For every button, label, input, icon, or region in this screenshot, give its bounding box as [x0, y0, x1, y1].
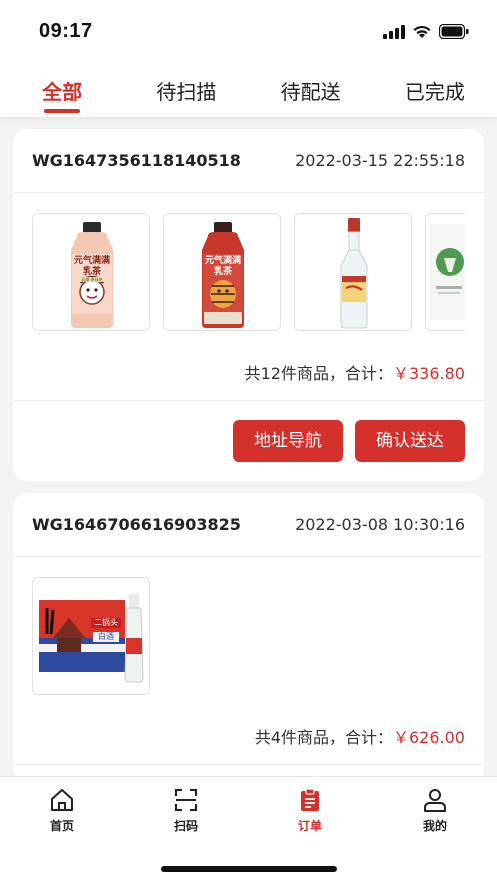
order-item-count: 共4件商品，合计：	[254, 728, 393, 747]
home-icon	[51, 789, 73, 811]
status-icons	[383, 24, 469, 39]
tab-label: 已完成	[404, 80, 465, 104]
product-thumbnail[interactable]	[425, 213, 465, 331]
nav-label: 订单	[297, 819, 322, 833]
product-thumbnail[interactable]	[294, 213, 412, 331]
address-navigation-button[interactable]: 地址导航	[233, 420, 343, 462]
nav-label: 我的	[422, 819, 447, 833]
order-header: WG1647356118140518 2022-03-15 22:55:18	[13, 129, 484, 193]
nav-orders[interactable]: 订单	[270, 787, 350, 834]
tab-pending-delivery[interactable]: 待配送	[249, 60, 373, 117]
product-thumbnail[interactable]: 元气满满 乳茶	[163, 213, 281, 331]
tab-completed[interactable]: 已完成	[373, 60, 497, 117]
card-divider	[13, 400, 484, 401]
product-box-image	[430, 224, 465, 320]
order-item-count: 共12件商品，合计：	[244, 364, 393, 383]
nav-label: 扫码	[173, 819, 198, 833]
tab-label: 待扫描	[156, 80, 217, 104]
order-summary: 共4件商品，合计：￥626.00	[255, 724, 465, 748]
wifi-icon	[413, 25, 431, 38]
tab-all[interactable]: 全部	[0, 60, 124, 117]
tab-label: 全部	[42, 80, 83, 104]
status-time: 09:17	[39, 20, 93, 42]
order-status-tabs: 全部 待扫描 待配送 已完成	[0, 60, 497, 118]
product-thumbnail[interactable]: 二锅头 白酒	[32, 577, 150, 695]
product-label-text: 白酒	[93, 632, 119, 642]
order-total: ￥626.00	[393, 728, 465, 747]
nav-home[interactable]: 首页	[22, 787, 102, 834]
tab-pending-scan[interactable]: 待扫描	[124, 60, 248, 117]
product-thumbnail[interactable]: 元气满满 乳茶 乳酪·原味茶	[32, 213, 150, 331]
erguotou-box-image	[39, 594, 144, 683]
baijiu-bottle-image	[340, 218, 368, 329]
product-brand-text: 二锅头	[94, 618, 118, 627]
cellular-signal-icon	[383, 24, 405, 39]
tab-active-indicator	[44, 109, 81, 113]
order-date: 2022-03-15 22:55:18	[295, 151, 465, 170]
order-number: WG1647356118140518	[32, 151, 241, 170]
order-card[interactable]: WG1647356118140518 2022-03-15 22:55:18 元…	[13, 129, 484, 481]
scan-icon	[175, 789, 197, 811]
order-card[interactable]: WG1646706616903825 2022-03-08 10:30:16 二…	[13, 493, 484, 783]
order-clipboard-icon	[301, 788, 319, 811]
product-thumbnails[interactable]: 二锅头 白酒	[32, 577, 465, 695]
status-bar: 09:17	[0, 0, 497, 60]
battery-icon	[439, 24, 469, 39]
order-summary: 共12件商品，合计：￥336.80	[245, 360, 465, 384]
tab-label: 待配送	[280, 80, 341, 104]
product-thumbnails[interactable]: 元气满满 乳茶 乳酪·原味茶 元气满满 乳茶	[32, 213, 465, 331]
confirm-delivery-button[interactable]: 确认送达	[355, 420, 465, 462]
card-divider	[13, 764, 484, 765]
order-date: 2022-03-08 10:30:16	[295, 515, 465, 534]
product-brand-text: 元气满满 乳茶	[204, 256, 241, 277]
order-header: WG1646706616903825 2022-03-08 10:30:16	[13, 493, 484, 557]
nav-label: 首页	[49, 819, 74, 833]
home-indicator	[161, 866, 337, 872]
order-number: WG1646706616903825	[32, 515, 241, 534]
nav-profile[interactable]: 我的	[395, 787, 475, 834]
product-badge-text: 乳酪·原味茶	[81, 277, 103, 282]
nav-scan[interactable]: 扫码	[146, 787, 226, 834]
order-total: ￥336.80	[393, 364, 465, 383]
product-brand-text: 元气满满 乳茶	[73, 256, 110, 277]
user-icon	[424, 789, 446, 812]
